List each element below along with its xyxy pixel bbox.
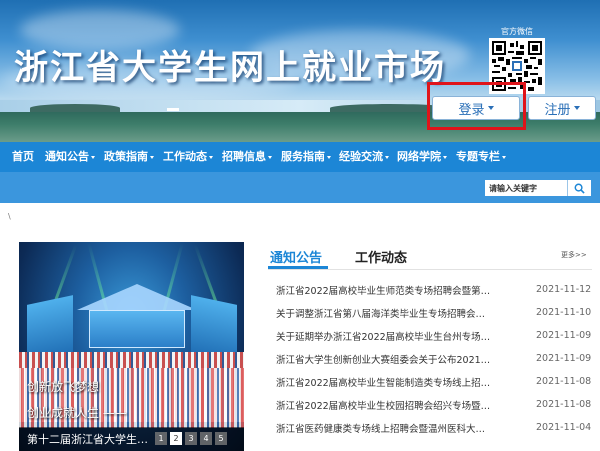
news-date: 2021-11-04 <box>536 422 592 433</box>
nav-item-notices[interactable]: 通知公告 <box>45 142 95 172</box>
main-nav: 首页 通知公告 政策指南 工作动态 招聘信息 服务指南 经验交流 网络学院 专题… <box>0 142 600 172</box>
chevron-down-icon <box>502 155 506 159</box>
slide-slogan-2: 创业成就人生 —— <box>27 406 127 420</box>
image-slider[interactable]: 创新放飞梦想 创业成就人生 —— 第十二届浙江省大学生… 1 2 3 4 5 <box>19 242 244 451</box>
site-title: 浙江省大学生网上就业市场 <box>14 48 446 88</box>
nav-item-work-news[interactable]: 工作动态 <box>163 142 213 172</box>
chevron-down-icon <box>573 106 580 110</box>
nav-item-policy[interactable]: 政策指南 <box>104 142 154 172</box>
tab-notices[interactable]: 通知公告 <box>270 247 322 266</box>
news-list: 浙江省2022届高校毕业生师范类专场招聘会暨第… 2021-11-12 关于调整… <box>268 278 592 439</box>
slider-page-5[interactable]: 5 <box>215 432 227 445</box>
stage-screen <box>89 310 185 348</box>
news-title[interactable]: 浙江省2022届高校毕业生校园招聘会绍兴专场暨… <box>276 398 508 412</box>
list-item: 浙江省2022届高校毕业生师范类专场招聘会暨第… 2021-11-12 <box>268 278 592 301</box>
chevron-down-icon <box>91 155 95 159</box>
news-date: 2021-11-12 <box>536 284 592 295</box>
nav-item-label: 首页 <box>12 150 34 163</box>
list-item: 浙江省2022届高校毕业生智能制造类专场线上招… 2021-11-08 <box>268 370 592 393</box>
nav-item-online-college[interactable]: 网络学院 <box>397 142 447 172</box>
search-icon <box>574 183 585 194</box>
list-item: 关于调整浙江省第八届海洋类毕业生专场招聘会… 2021-11-10 <box>268 301 592 324</box>
news-title[interactable]: 关于调整浙江省第八届海洋类毕业生专场招聘会… <box>276 306 508 320</box>
nav-item-label: 专题专栏 <box>456 150 500 163</box>
more-link[interactable]: 更多>> <box>561 250 587 260</box>
nav-item-special-topics[interactable]: 专题专栏 <box>456 142 506 172</box>
list-item: 关于延期举办浙江省2022届高校毕业生台州专场… 2021-11-09 <box>268 324 592 347</box>
nav-item-label: 服务指南 <box>281 150 325 163</box>
news-title[interactable]: 关于延期举办浙江省2022届高校毕业生台州专场… <box>276 329 508 343</box>
register-label: 注册 <box>544 102 571 118</box>
page: 浙江省大学生网上就业市场 官方微信 登录 注册 首页 通知公告 政策指南 工作动… <box>0 0 600 451</box>
list-item: 浙江省2022届高校毕业生校园招聘会绍兴专场暨… 2021-11-08 <box>268 393 592 416</box>
divider <box>268 269 592 270</box>
nav-item-experience[interactable]: 经验交流 <box>339 142 389 172</box>
tab-work-news[interactable]: 工作动态 <box>355 247 407 266</box>
qr-label: 官方微信 <box>501 27 533 36</box>
chevron-down-icon <box>150 155 154 159</box>
nav-item-label: 政策指南 <box>104 150 148 163</box>
slide-slogan-1: 创新放飞梦想 <box>27 380 100 394</box>
search-button[interactable] <box>567 180 591 196</box>
chevron-down-icon <box>443 155 447 159</box>
nav-item-services[interactable]: 服务指南 <box>281 142 331 172</box>
slider-pager: 1 2 3 4 5 <box>155 432 227 445</box>
slider-page-4[interactable]: 4 <box>200 432 212 445</box>
nav-item-recruitment[interactable]: 招聘信息 <box>222 142 272 172</box>
nav-item-label: 网络学院 <box>397 150 441 163</box>
register-button[interactable]: 注册 <box>528 96 596 120</box>
chevron-down-icon <box>327 155 331 159</box>
news-title[interactable]: 浙江省2022届高校毕业生智能制造类专场线上招… <box>276 375 508 389</box>
header-banner: 浙江省大学生网上就业市场 官方微信 登录 注册 <box>0 0 600 142</box>
news-date: 2021-11-08 <box>536 399 592 410</box>
slide-caption[interactable]: 第十二届浙江省大学生… <box>27 431 148 447</box>
banner-boat <box>167 108 179 111</box>
news-date: 2021-11-10 <box>536 307 592 318</box>
nav-item-label: 招聘信息 <box>222 150 266 163</box>
breadcrumb: \ <box>8 212 11 221</box>
highlight-box <box>427 82 526 130</box>
stage-roof <box>77 284 197 310</box>
nav-item-home[interactable]: 首页 <box>12 142 34 172</box>
list-item: 浙江省大学生创新创业大赛组委会关于公布2021… 2021-11-09 <box>268 347 592 370</box>
news-date: 2021-11-09 <box>536 330 592 341</box>
chevron-down-icon <box>209 155 213 159</box>
nav-item-label: 经验交流 <box>339 150 383 163</box>
chevron-down-icon <box>385 155 389 159</box>
news-title[interactable]: 浙江省大学生创新创业大赛组委会关于公布2021… <box>276 352 508 366</box>
slider-page-1[interactable]: 1 <box>155 432 167 445</box>
list-item: 浙江省医药健康类专场线上招聘会暨温州医科大… 2021-11-04 <box>268 416 592 439</box>
slider-page-2[interactable]: 2 <box>170 432 182 445</box>
news-date: 2021-11-09 <box>536 353 592 364</box>
nav-item-label: 通知公告 <box>45 150 89 163</box>
search-input[interactable] <box>485 180 567 196</box>
chevron-down-icon <box>268 155 272 159</box>
news-title[interactable]: 浙江省医药健康类专场线上招聘会暨温州医科大… <box>276 421 508 435</box>
news-date: 2021-11-08 <box>536 376 592 387</box>
banner-island <box>30 104 120 112</box>
nav-item-label: 工作动态 <box>163 150 207 163</box>
news-title[interactable]: 浙江省2022届高校毕业生师范类专场招聘会暨第… <box>276 283 508 297</box>
slider-page-3[interactable]: 3 <box>185 432 197 445</box>
